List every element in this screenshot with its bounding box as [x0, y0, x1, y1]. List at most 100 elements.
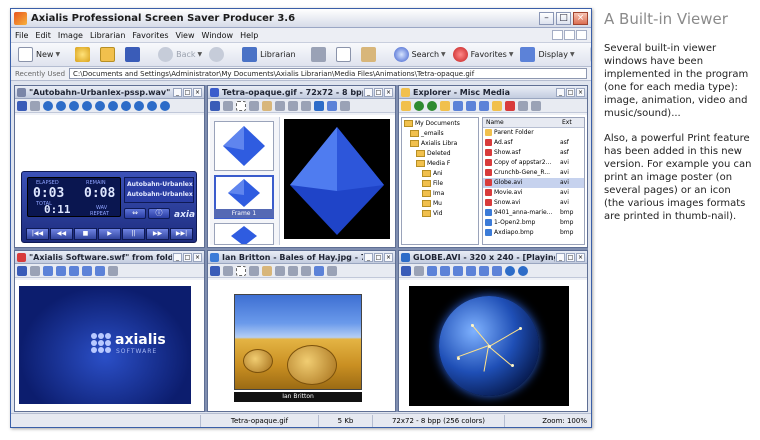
display-icon[interactable]	[453, 265, 463, 276]
copy-icon[interactable]	[414, 265, 424, 276]
back-button[interactable]: Back ▼	[155, 45, 205, 65]
display-icon[interactable]	[440, 265, 450, 276]
explorer-minimize-button[interactable]: _	[556, 87, 565, 97]
menu-edit[interactable]: Edit	[35, 31, 51, 40]
save-icon[interactable]	[17, 100, 27, 111]
explorer-maximize-button[interactable]: □	[566, 87, 575, 97]
tree-node[interactable]: My Documents	[402, 118, 478, 128]
save-icon[interactable]	[17, 265, 27, 276]
audio-maximize-button[interactable]: □	[183, 87, 192, 97]
gif-maximize-button[interactable]: □	[374, 87, 383, 97]
stop-button[interactable]: ■	[74, 228, 97, 240]
folder-icon[interactable]	[401, 100, 411, 111]
copy-icon[interactable]	[223, 100, 233, 111]
menu-window[interactable]: Window	[202, 31, 234, 40]
avi-maximize-button[interactable]: □	[566, 252, 575, 262]
copy-icon[interactable]	[223, 265, 233, 276]
display-button[interactable]: Display ▼	[517, 45, 577, 65]
hand-icon[interactable]	[262, 100, 272, 111]
delete-icon[interactable]	[505, 100, 515, 111]
edit-icon[interactable]	[301, 265, 311, 276]
file-row[interactable]: Globe.avi avi	[483, 178, 584, 188]
copy-icon[interactable]	[30, 100, 40, 111]
menu-view[interactable]: View	[176, 31, 195, 40]
menu-help[interactable]: Help	[240, 31, 258, 40]
zoom-icon[interactable]	[249, 100, 259, 111]
tree-node[interactable]: Ima	[402, 188, 478, 198]
paste-button[interactable]	[358, 45, 382, 65]
swf-minimize-button[interactable]: _	[173, 252, 182, 262]
redo-icon[interactable]	[288, 265, 298, 276]
animation-viewer-window[interactable]: Tetra-opaque.gif - 72x72 - 8 bpp ( _ □ ×	[207, 85, 396, 248]
column-name[interactable]: Name	[483, 118, 559, 127]
save-button[interactable]	[122, 45, 146, 65]
first-track-button[interactable]: |◀◀	[26, 228, 49, 240]
menu-librarian[interactable]: Librarian	[90, 31, 125, 40]
fast-forward-button[interactable]: ▶▶	[146, 228, 169, 240]
network-icon[interactable]	[95, 265, 105, 276]
swf-close-button[interactable]: ×	[193, 252, 202, 262]
mdi-restore-button[interactable]	[564, 30, 575, 40]
info-button[interactable]: ⓘ	[148, 208, 170, 219]
forward-icon[interactable]	[427, 100, 437, 111]
image-viewer-window[interactable]: Ian Britton - Bales of Hay.jpg - 71 _ □ …	[207, 250, 396, 412]
copy-icon[interactable]	[531, 100, 541, 111]
pause-icon[interactable]	[518, 265, 528, 276]
file-row[interactable]: Snow.avi avi	[483, 198, 584, 208]
explorer-close-button[interactable]: ×	[576, 87, 585, 97]
audio-minimize-button[interactable]: _	[173, 87, 182, 97]
menu-favorites[interactable]: Favorites	[132, 31, 168, 40]
up-folder-icon[interactable]	[440, 100, 450, 111]
cut-icon[interactable]	[518, 100, 528, 111]
end-icon[interactable]	[160, 100, 170, 111]
rewind-button[interactable]: ◀◀	[50, 228, 73, 240]
edit-icon[interactable]	[301, 100, 311, 111]
tree-node[interactable]: File	[402, 178, 478, 188]
display-icon[interactable]	[479, 265, 489, 276]
search-button[interactable]: Search ▼	[391, 45, 449, 65]
repeat-button[interactable]: ⇔	[124, 208, 146, 219]
select-icon[interactable]	[236, 265, 246, 276]
open-wizard-button[interactable]	[72, 45, 96, 65]
undo-icon[interactable]	[275, 100, 285, 111]
cut-button[interactable]	[308, 45, 332, 65]
new-folder-icon[interactable]	[492, 100, 502, 111]
gif-minimize-button[interactable]: _	[364, 87, 373, 97]
properties-button[interactable]	[587, 45, 591, 65]
forward-icon[interactable]	[134, 100, 144, 111]
tree-node[interactable]: Axialis Libra	[402, 138, 478, 148]
avi-close-button[interactable]: ×	[576, 252, 585, 262]
audio-close-button[interactable]: ×	[193, 87, 202, 97]
forward-button[interactable]	[206, 45, 230, 65]
explorer-titlebar[interactable]: Explorer - Misc Media _ □ ×	[399, 86, 587, 99]
display-icon[interactable]	[427, 265, 437, 276]
select-icon[interactable]	[236, 100, 246, 111]
menu-image[interactable]: Image	[58, 31, 83, 40]
favorites-button[interactable]: Favorites ▼	[450, 45, 517, 65]
flash-viewer-titlebar[interactable]: "Axialis Software.swf" from folder _ □ ×	[15, 251, 204, 264]
column-ext[interactable]: Ext	[559, 118, 572, 127]
undo-icon[interactable]	[275, 265, 285, 276]
display-icon[interactable]	[82, 265, 92, 276]
redo-icon[interactable]	[288, 100, 298, 111]
hand-icon[interactable]	[262, 265, 272, 276]
copy-icon[interactable]	[30, 265, 40, 276]
new-button[interactable]: New ▼	[15, 45, 63, 65]
play-icon[interactable]	[314, 100, 324, 111]
jpg-maximize-button[interactable]: □	[374, 252, 383, 262]
tree-node[interactable]: Mu	[402, 198, 478, 208]
flash-viewer-window[interactable]: "Axialis Software.swf" from folder _ □ ×	[14, 250, 205, 412]
librarian-button[interactable]: Librarian	[239, 45, 298, 65]
views-icon[interactable]	[453, 100, 463, 111]
frame-thumbnail[interactable]	[214, 121, 274, 171]
pause-button[interactable]: ||	[122, 228, 145, 240]
tree-node[interactable]: Ani	[402, 168, 478, 178]
play-button[interactable]: ▶	[98, 228, 121, 240]
file-row[interactable]: 1-Open2.bmp bmp	[483, 218, 584, 228]
display-icon[interactable]	[43, 265, 53, 276]
file-row[interactable]: Crunchb-Gene_R... avi	[483, 168, 584, 178]
frame-thumbnail[interactable]	[214, 223, 274, 246]
record-icon[interactable]	[43, 100, 53, 111]
network-icon[interactable]	[492, 265, 502, 276]
list-icon[interactable]	[479, 100, 489, 111]
